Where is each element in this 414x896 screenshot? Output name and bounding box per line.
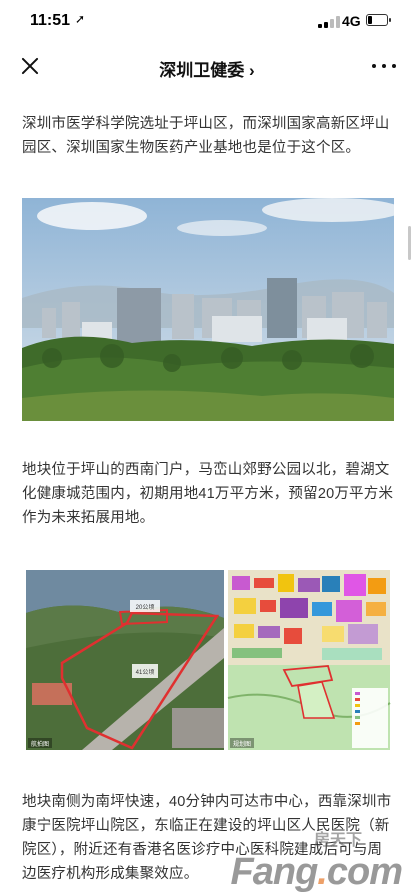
aerial-caption: 航拍图 [31, 740, 49, 748]
skyline-photo [22, 198, 394, 421]
status-time: 11:51 [30, 12, 71, 29]
article-paragraph-2: 地块位于坪山的西南门户，马峦山郊野公园以北，碧湖文化健康城范围内，初期用地41万… [22, 462, 394, 526]
nav-bar: 深圳卫健委 › [0, 44, 414, 90]
status-bar: 11:51 ➚ 4G [0, 0, 414, 44]
watermark-suffix: com [326, 851, 403, 893]
battery-icon [366, 14, 391, 26]
fang-watermark-logo: 房天下 Fang.com [231, 818, 403, 896]
watermark-dot: . [317, 851, 328, 893]
watermark-small-text: 房天下 [313, 832, 362, 849]
network-type: 4G [342, 13, 361, 29]
account-title-link[interactable]: 深圳卫健委 › [0, 56, 414, 81]
article-paragraph-1: 深圳市医学科学院选址于坪山区，而深圳国家高新区坪山园区、深圳国家生物医药产业基地… [22, 116, 390, 156]
site-map-figure: 41公顷 20公顷 航拍图 规划图 [22, 568, 394, 752]
area-label: 41公顷 [136, 668, 155, 676]
more-options-icon[interactable] [372, 54, 396, 78]
cellular-signal-icon [318, 16, 340, 28]
planning-caption: 规划图 [233, 740, 251, 748]
location-arrow-icon: ➚ [75, 12, 86, 26]
watermark-brand: Fang [230, 851, 319, 893]
reserve-label: 20公顷 [136, 603, 155, 611]
scrollbar[interactable] [408, 226, 411, 260]
